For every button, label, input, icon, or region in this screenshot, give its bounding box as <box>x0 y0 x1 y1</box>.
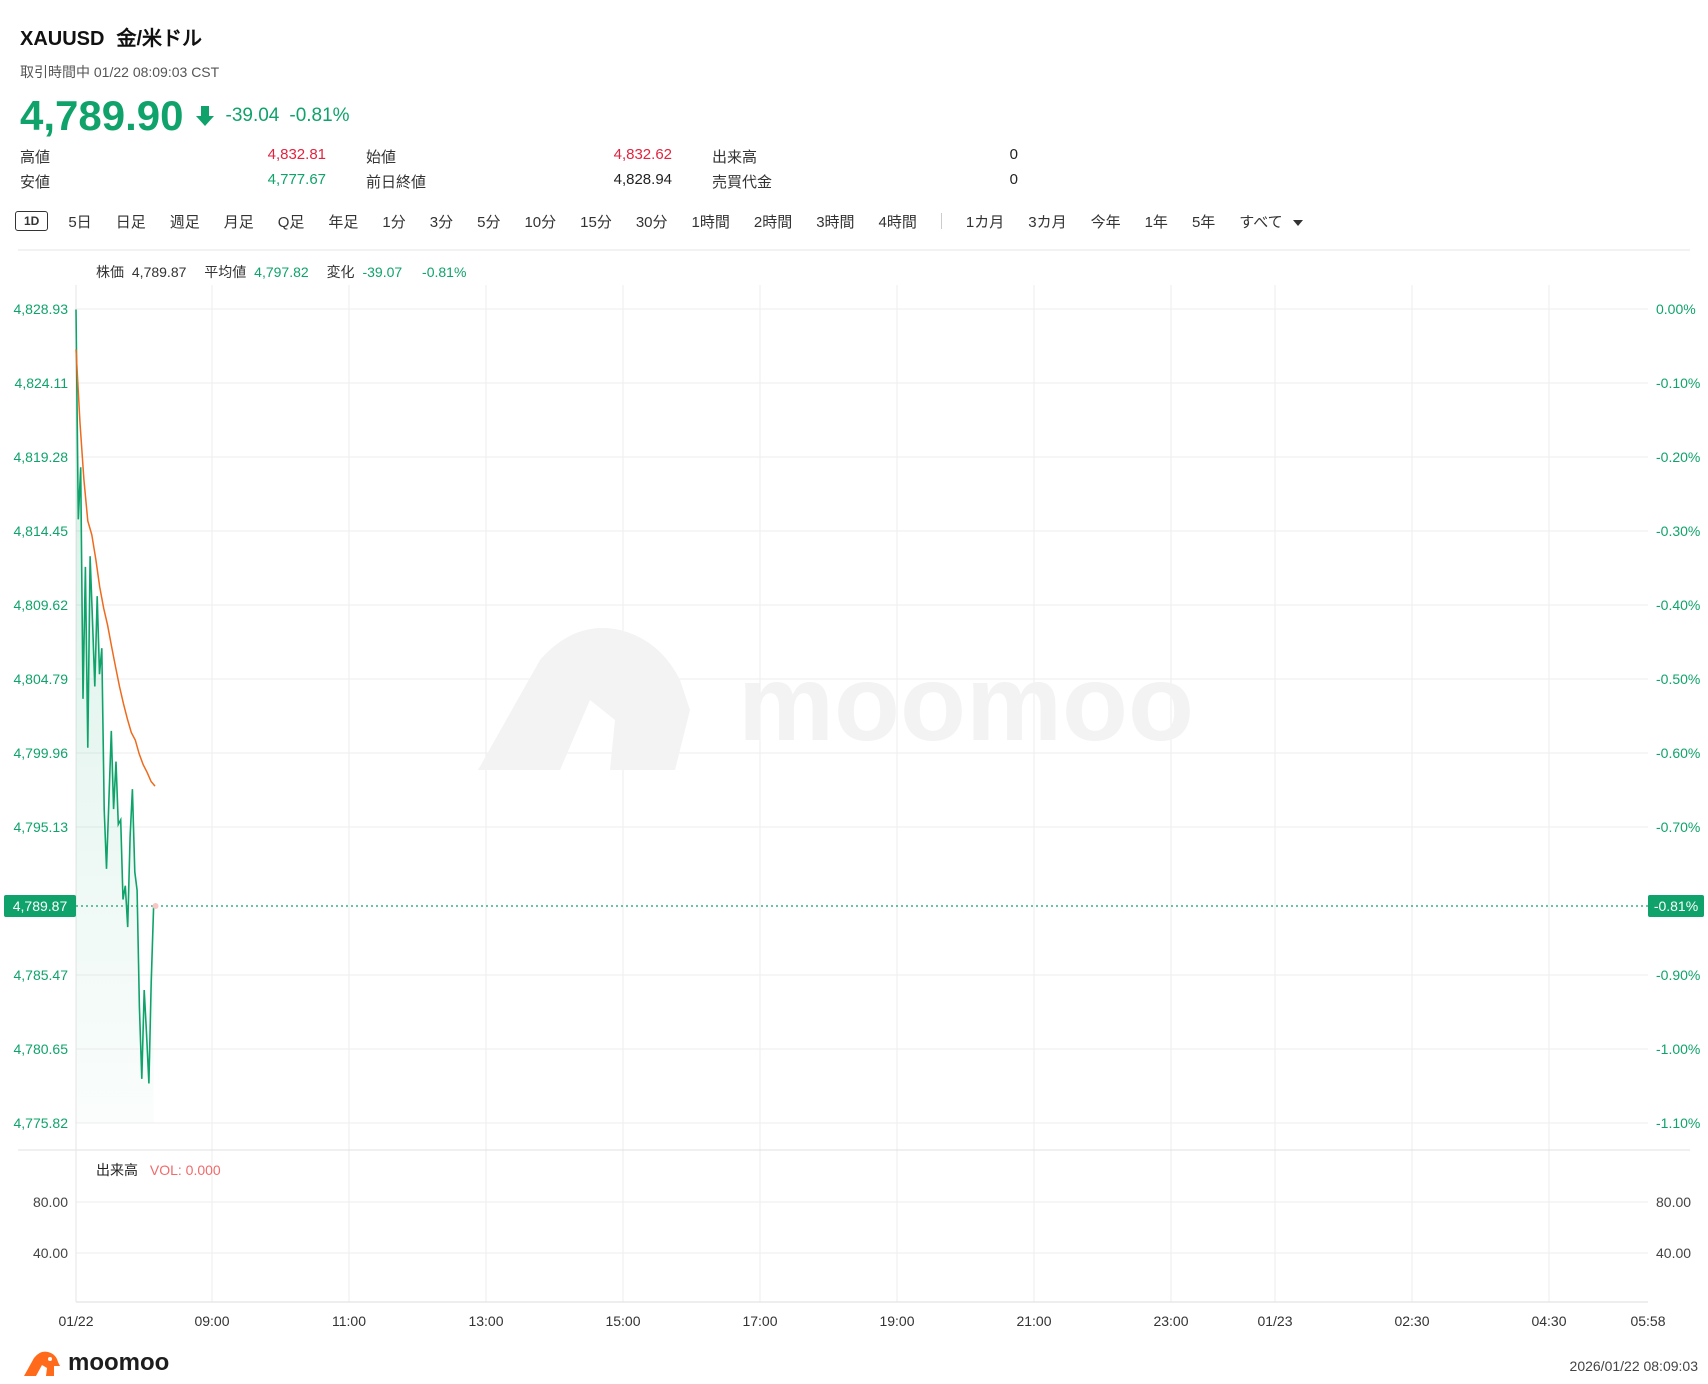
volume-legend-label: 出来高 <box>96 1162 138 1178</box>
y-tick-label-left: 4,819.28 <box>14 449 69 465</box>
x-tick-label: 23:00 <box>1153 1313 1188 1329</box>
legend-change-label: 変化 <box>326 264 355 280</box>
x-tick-label: 11:00 <box>332 1313 366 1329</box>
y-tick-label-left: 4,814.45 <box>14 523 69 539</box>
y-tick-label-right: -0.40% <box>1656 597 1700 613</box>
y-tick-label-right: -1.10% <box>1656 1115 1700 1131</box>
y-tick-label-right: -0.50% <box>1656 671 1700 687</box>
price-chart[interactable]: moomoo 4,828.93 4,824.11 4,819.28 4,814.45 4… <box>0 0 1708 1384</box>
legend-avg-value: 4,797.82 <box>254 264 309 280</box>
legend-price-value: 4,789.87 <box>131 264 187 280</box>
y-tick-label-left: 4,775.82 <box>14 1115 69 1131</box>
x-tick-label: 01/22 <box>58 1313 93 1329</box>
y-tick-label-right: -0.20% <box>1656 449 1700 465</box>
y-tick-label-left: 4,795.13 <box>14 819 69 835</box>
chart-legend: 株価 4,789.87 平均値 4,797.82 変化 -39.07 -0.81… <box>96 262 470 282</box>
x-tick-label: 19:00 <box>879 1313 914 1329</box>
y-tick-label-right: -0.81% <box>1654 898 1698 914</box>
volume-tick-label-left: 40.00 <box>33 1245 68 1261</box>
moomoo-logo-icon <box>24 1351 60 1376</box>
y-tick-label-left: 4,809.62 <box>14 597 69 613</box>
x-tick-label: 09:00 <box>194 1313 229 1329</box>
x-tick-label: 17:00 <box>742 1313 777 1329</box>
y-tick-label-right: -0.30% <box>1656 523 1700 539</box>
y-tick-label-left: 4,789.87 <box>13 898 68 914</box>
legend-avg-label: 平均値 <box>204 264 247 280</box>
footer-timestamp: 2026/01/22 08:09:03 <box>1569 1358 1698 1374</box>
volume-tick-label-left: 80.00 <box>33 1194 68 1210</box>
x-tick-label: 04:30 <box>1531 1313 1566 1329</box>
volume-tick-label-right: 40.00 <box>1656 1245 1691 1261</box>
y-tick-label-left: 4,780.65 <box>14 1041 69 1057</box>
y-tick-label-right: -0.10% <box>1656 375 1700 391</box>
volume-legend: 出来高 VOL: 0.000 <box>96 1160 221 1180</box>
chart-grid <box>18 285 1690 1303</box>
y-tick-label-left: 4,828.93 <box>14 301 69 317</box>
x-tick-label: 21:00 <box>1016 1313 1051 1329</box>
legend-change-value: -39.07 <box>362 264 403 280</box>
watermark: moomoo <box>478 628 1194 770</box>
footer-brand: moomoo <box>68 1349 170 1376</box>
x-tick-label: 01/23 <box>1257 1313 1292 1329</box>
x-tick-label: 13:00 <box>468 1313 503 1329</box>
y-tick-label-right: -0.90% <box>1656 967 1700 983</box>
y-tick-label-left: 4,804.79 <box>14 671 69 687</box>
legend-price-label: 株価 <box>96 264 124 280</box>
current-price-dot <box>152 903 159 909</box>
y-tick-label-left: 4,785.47 <box>14 967 69 983</box>
volume-legend-value: VOL: 0.000 <box>149 1162 221 1178</box>
x-tick-label: 05:58 <box>1630 1313 1665 1329</box>
legend-change-pct: -0.81% <box>422 264 467 280</box>
y-tick-label-right: -0.60% <box>1656 745 1700 761</box>
y-tick-label-right: 0.00% <box>1656 301 1696 317</box>
watermark-text: moomoo <box>738 642 1194 763</box>
x-tick-label: 02:30 <box>1394 1313 1429 1329</box>
footer-logo: moomoo <box>22 1348 169 1378</box>
y-tick-label-left: 4,824.11 <box>15 375 69 391</box>
x-tick-label: 15:00 <box>605 1313 640 1329</box>
y-tick-label-right: -0.70% <box>1656 819 1700 835</box>
y-tick-label-right: -1.00% <box>1656 1041 1700 1057</box>
volume-tick-label-right: 80.00 <box>1656 1194 1691 1210</box>
y-tick-label-left: 4,799.96 <box>14 745 69 761</box>
